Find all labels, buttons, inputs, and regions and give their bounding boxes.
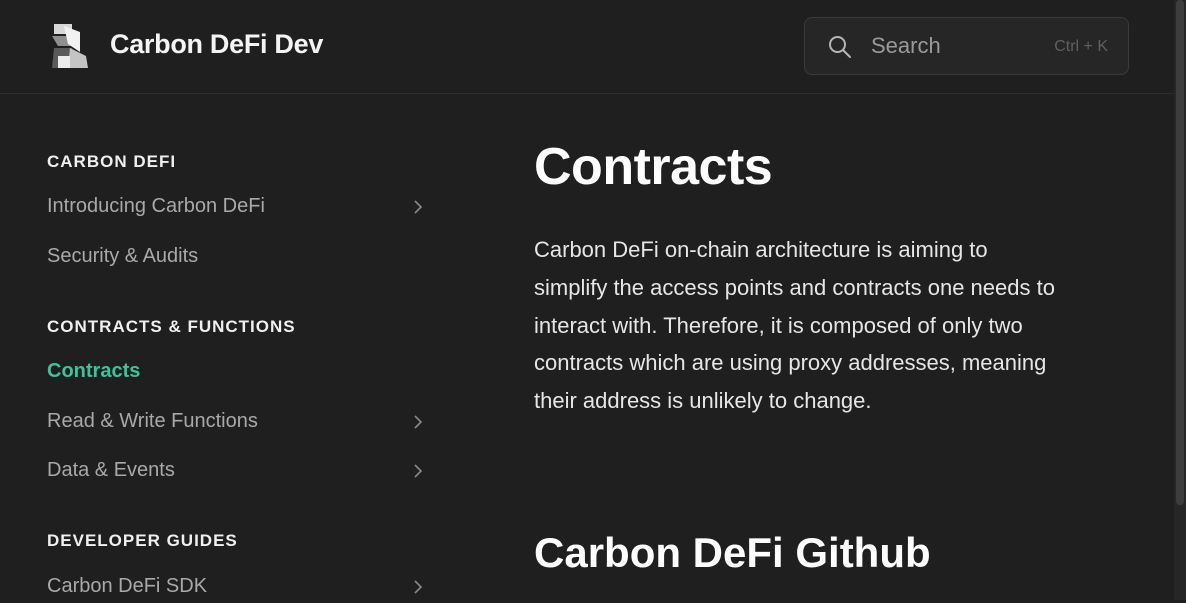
sidebar-item-label: Contracts [47, 360, 141, 382]
chevron-right-icon [414, 415, 423, 429]
intro-paragraph: Carbon DeFi on-chain architecture is aim… [534, 237, 1055, 414]
sidebar-item-label: Data & Events [47, 459, 175, 481]
chevron-right-icon [414, 580, 423, 594]
search-icon [829, 36, 851, 58]
brand-title[interactable]: Carbon DeFi Dev [110, 29, 323, 60]
carbon-logo-icon[interactable] [50, 22, 90, 70]
sidebar-section-carbon-defi: CARBON DEFI [47, 152, 177, 171]
sidebar-item-label: Carbon DeFi SDK [47, 575, 208, 597]
search-shortcut-hint: Ctrl + K [1054, 38, 1108, 55]
page-title: Contracts [534, 138, 773, 196]
sidebar-section-developer-guides: DEVELOPER GUIDES [47, 531, 238, 550]
sidebar-item-data-events[interactable]: Data & Events [47, 455, 427, 487]
search-placeholder: Search [871, 33, 941, 58]
chevron-right-icon [414, 200, 423, 214]
sidebar-item-contracts[interactable]: Contracts [47, 356, 427, 388]
sidebar-item-security-audits[interactable]: Security & Audits [47, 241, 427, 273]
scrollbar-thumb[interactable] [1176, 0, 1184, 505]
search-button[interactable]: Search Ctrl + K [804, 17, 1129, 75]
sidebar-item-carbon-defi-sdk[interactable]: Carbon DeFi SDK [47, 571, 427, 603]
sidebar-item-label: Read & Write Functions [47, 410, 258, 432]
sidebar-item-label: Introducing Carbon DeFi [47, 195, 265, 217]
chevron-right-icon [414, 464, 423, 478]
sidebar-item-label: Security & Audits [47, 245, 199, 267]
sidebar-item-introducing-carbon-defi[interactable]: Introducing Carbon DeFi [47, 191, 427, 223]
top-header: Carbon DeFi Dev Search Ctrl + K [0, 0, 1174, 94]
page-scrollbar[interactable] [1174, 0, 1186, 600]
sidebar-section-contracts-functions: CONTRACTS & FUNCTIONS [47, 317, 296, 336]
sidebar-item-read-write-functions[interactable]: Read & Write Functions [47, 406, 427, 438]
section-heading-github: Carbon DeFi Github [534, 529, 931, 576]
